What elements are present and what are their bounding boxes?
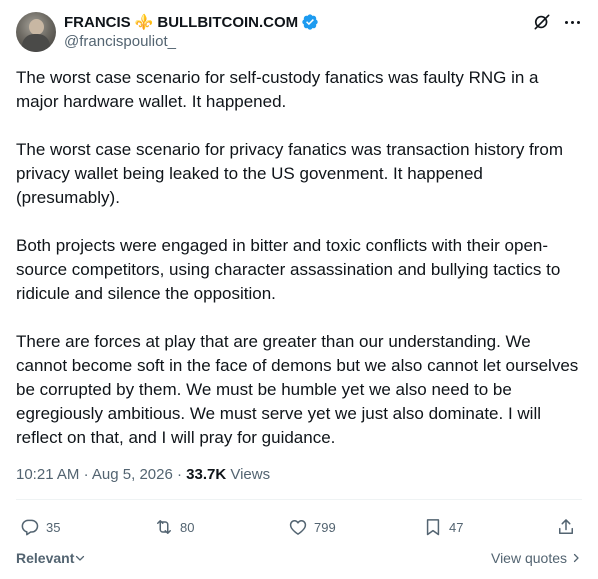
share-button[interactable] [556, 512, 582, 542]
more-icon[interactable] [562, 12, 582, 32]
tweet-header: FRANCIS ⚜️ BULLBITCOIN.COM @francispouli… [16, 12, 582, 54]
repost-icon [157, 520, 171, 534]
author-name-part1: FRANCIS [64, 13, 131, 31]
reply-icon [21, 519, 39, 536]
tweet-paragraph: The worst case scenario for self-custody… [16, 68, 539, 111]
author-display-name[interactable]: FRANCIS ⚜️ BULLBITCOIN.COM [64, 14, 298, 31]
view-quotes-link[interactable]: View quotes [491, 550, 582, 566]
view-quotes-label: View quotes [490, 550, 567, 566]
repost-button[interactable]: 80 [154, 512, 194, 542]
tweet-actions: 35 80 799 47 [16, 512, 582, 542]
tweet-date[interactable]: Aug 5, 2026 [92, 466, 173, 483]
tweet-paragraph: Both projects were engaged in bitter and… [16, 236, 561, 303]
meta-separator: · [83, 466, 92, 483]
meta-separator: · [176, 466, 187, 483]
bookmark-icon [426, 519, 440, 536]
tweet-meta: 10:21 AM · Aug 5, 2026 · 33.7K Views [16, 466, 270, 483]
bookmark-count: 47 [449, 519, 464, 535]
repost-count: 80 [180, 519, 195, 535]
like-icon [289, 520, 307, 535]
tweet-time[interactable]: 10:21 AM [16, 466, 79, 483]
divider [16, 499, 582, 500]
chevron-down-icon [76, 555, 85, 561]
tweet-footer: Relevant View quotes [16, 550, 582, 570]
fleur-de-lis-emoji: ⚜️ [134, 13, 154, 31]
share-icon [559, 519, 573, 534]
verified-icon [302, 14, 318, 30]
author-name-part2: BULLBITCOIN.COM [157, 13, 299, 31]
relevant-sort-button[interactable]: Relevant [16, 550, 86, 566]
tweet-paragraph: The worst case scenario for privacy fana… [16, 140, 564, 207]
bookmark-button[interactable]: 47 [423, 512, 463, 542]
views-count: 33.7K [186, 466, 227, 483]
tweet-paragraph: There are forces at play that are greate… [16, 332, 579, 447]
reply-count: 35 [46, 519, 61, 535]
reply-button[interactable]: 35 [20, 512, 60, 542]
like-button[interactable]: 799 [288, 512, 336, 542]
author-name-row[interactable]: FRANCIS ⚜️ BULLBITCOIN.COM [64, 12, 319, 32]
tweet-text: The worst case scenario for self-custody… [16, 66, 582, 450]
relevant-label: Relevant [16, 550, 75, 566]
grok-icon[interactable] [532, 12, 552, 32]
views-label: Views [230, 466, 271, 483]
author-handle[interactable]: @francispouliot_ [64, 33, 176, 50]
chevron-right-icon [573, 553, 579, 563]
avatar[interactable] [16, 12, 56, 52]
like-count: 799 [314, 519, 336, 535]
